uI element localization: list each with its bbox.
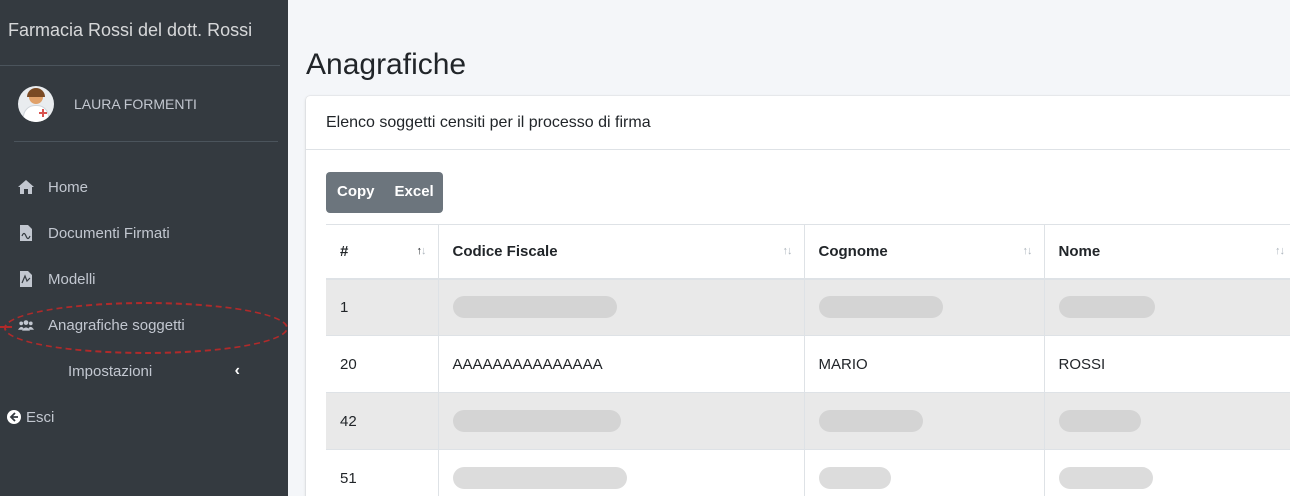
redacted-value: [1058, 410, 1141, 432]
cell-codice-fiscale: [437, 278, 804, 336]
card: Elenco soggetti censiti per il processo …: [306, 96, 1290, 496]
cell-id: 20: [326, 335, 438, 393]
home-icon: [18, 179, 34, 195]
excel-button[interactable]: Excel: [384, 172, 443, 213]
column-header-label: Codice Fiscale: [452, 242, 558, 260]
sidebar-item-anagrafiche-soggetti[interactable]: Anagrafiche soggetti: [0, 302, 288, 348]
brand-title[interactable]: Farmacia Rossi del dott. Rossi: [0, 0, 280, 66]
cell-codice-fiscale: [437, 392, 804, 450]
sidebar-item-documenti-firmati[interactable]: Documenti Firmati: [0, 210, 288, 256]
user-name[interactable]: LAURA FORMENTI: [74, 96, 197, 112]
sidebar-item-home[interactable]: Home: [0, 164, 288, 210]
sidebar-item-label: Anagrafiche soggetti: [48, 316, 185, 334]
card-header: Elenco soggetti censiti per il processo …: [306, 96, 1290, 150]
cell-cognome: [803, 449, 1044, 496]
sort-icon: ↑↓: [1275, 245, 1285, 257]
column-header-label: Cognome: [818, 242, 888, 260]
copy-button[interactable]: Copy: [326, 172, 384, 213]
sidebar-item-label: Documenti Firmati: [48, 224, 170, 242]
page-title: Anagrafiche: [306, 48, 467, 81]
cell-nome: [1043, 278, 1290, 336]
user-panel: LAURA FORMENTI: [14, 66, 278, 142]
cell-id: 1: [326, 278, 438, 336]
column-header-cognome[interactable]: Cognome ↑↓: [803, 224, 1044, 280]
sidebar-item-impostazioni[interactable]: Impostazioni ‹: [0, 348, 288, 394]
sidebar-item-label: Home: [48, 178, 89, 196]
redacted-value: [452, 410, 621, 432]
column-header-nome[interactable]: Nome ↑↓: [1043, 224, 1290, 280]
sidebar-item-label: Esci: [26, 408, 55, 426]
table-row[interactable]: 1: [326, 278, 1290, 336]
sidebar-item-esci[interactable]: Esci: [0, 394, 288, 440]
column-header-label: #: [340, 242, 349, 260]
cell-cognome: [803, 278, 1044, 336]
cell-nome: [1043, 449, 1290, 496]
cell-id: 42: [326, 392, 438, 450]
cell-cognome: [803, 392, 1044, 450]
sidebar-item-modelli[interactable]: Modelli: [0, 256, 288, 302]
subjects-table: # ↑↓ Codice Fiscale ↑↓ Cognome ↑↓ Nome ↑…: [326, 224, 1290, 496]
sidebar-nav: Home Documenti Firmati Modelli Anagrafic…: [0, 164, 288, 440]
cell-codice-fiscale: AAAAAAAAAAAAAAA: [437, 335, 804, 393]
column-header-id[interactable]: # ↑↓: [326, 224, 438, 280]
redacted-value: [452, 296, 617, 319]
table-row[interactable]: 51: [326, 449, 1290, 496]
annotation-ellipse-tail: [0, 326, 12, 328]
file-pdf-icon: [18, 271, 34, 287]
redacted-value: [818, 410, 923, 432]
sidebar-item-label: Modelli: [48, 270, 96, 288]
file-pdf-icon: [18, 225, 34, 241]
sidebar-item-label: Impostazioni: [68, 362, 153, 380]
table-header-row: # ↑↓ Codice Fiscale ↑↓ Cognome ↑↓ Nome ↑…: [326, 224, 1290, 280]
avatar: [18, 85, 54, 122]
users-icon: [18, 317, 34, 333]
cell-codice-fiscale: [437, 449, 804, 496]
chevron-left-icon: ‹: [234, 362, 240, 379]
export-button-group: Copy Excel: [326, 172, 443, 213]
sort-icon: ↑↓: [1022, 245, 1033, 257]
redacted-value: [452, 467, 627, 490]
table-row[interactable]: 42: [326, 392, 1290, 450]
column-header-label: Nome: [1058, 242, 1101, 260]
sort-icon: ↑↓: [782, 245, 793, 257]
redacted-value: [1058, 296, 1155, 319]
arrow-circle-left-icon: [6, 409, 22, 425]
cell-nome: [1043, 392, 1290, 450]
redacted-value: [818, 296, 943, 319]
cell-id: 51: [326, 449, 438, 496]
sidebar: Farmacia Rossi del dott. Rossi LAURA FOR…: [0, 0, 288, 496]
sort-icon: ↑↓: [416, 245, 427, 257]
redacted-value: [818, 467, 891, 490]
cell-cognome: MARIO: [803, 335, 1044, 393]
main-content: Anagrafiche Elenco soggetti censiti per …: [288, 0, 1290, 496]
cell-nome: ROSSI: [1043, 335, 1290, 393]
column-header-codice-fiscale[interactable]: Codice Fiscale ↑↓: [437, 224, 804, 280]
table-row[interactable]: 20 AAAAAAAAAAAAAAA MARIO ROSSI: [326, 335, 1290, 393]
redacted-value: [1058, 467, 1153, 490]
